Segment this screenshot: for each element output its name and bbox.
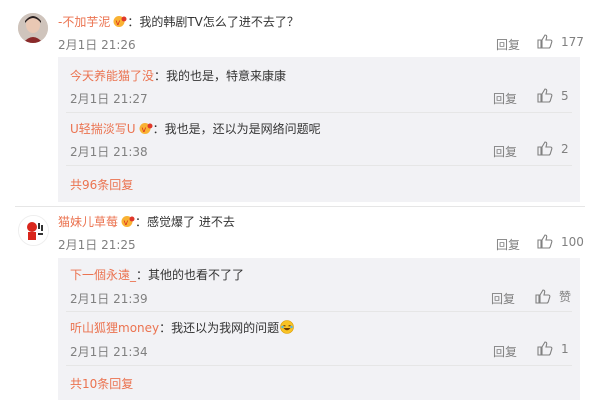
comment-divider	[15, 206, 585, 207]
thumbs-up-icon	[537, 341, 553, 356]
avatar[interactable]	[18, 13, 48, 43]
reply-time: 2月1日 21:39	[70, 292, 148, 306]
more-replies-link[interactable]: 共96条回复	[70, 176, 133, 193]
divider	[66, 165, 572, 166]
reply-time: 2月1日 21:34	[70, 345, 148, 359]
reply-text: ：其他的也看不了了	[136, 268, 245, 282]
reply-button[interactable]: 回复	[496, 36, 520, 53]
like-button[interactable]: 177	[537, 34, 584, 49]
reply-button[interactable]: 回复	[493, 90, 517, 107]
like-button[interactable]: 1	[537, 341, 569, 356]
svg-text:v: v	[141, 125, 146, 134]
reply-username[interactable]: 今天养能猫了没	[70, 69, 154, 83]
avatar[interactable]	[18, 215, 49, 246]
reply-button[interactable]: 回复	[493, 143, 517, 160]
reply-text: ：我也是，还以为是网络问题呢	[152, 122, 321, 136]
svg-text:v: v	[116, 18, 121, 27]
vip-badge-icon: v	[139, 123, 153, 134]
vip-badge-icon: v	[113, 16, 127, 27]
thumbs-up-icon	[537, 88, 553, 103]
reply-button[interactable]: 回复	[496, 236, 520, 253]
reply-text: ：我还以为我网的问题	[159, 321, 280, 335]
laughing-emoji-icon	[280, 320, 294, 334]
like-button[interactable]: 100	[537, 234, 584, 249]
like-count: 177	[561, 34, 584, 49]
reply-time: 2月1日 21:27	[70, 92, 148, 106]
like-count: 1	[561, 341, 569, 356]
reply-time: 2月1日 21:38	[70, 145, 148, 159]
thumbs-up-icon	[537, 234, 553, 249]
vip-badge-icon: v	[121, 216, 135, 227]
thumbs-up-icon	[537, 34, 553, 49]
reply-button[interactable]: 回复	[493, 343, 517, 360]
divider	[66, 311, 572, 312]
comment-text: ：我的韩剧TV怎么了进不去了？	[127, 15, 299, 29]
thumbs-up-icon	[535, 289, 551, 304]
comment-time: 2月1日 21:26	[58, 38, 136, 52]
reply-text: ：我的也是，特意来康康	[154, 69, 287, 83]
like-button[interactable]: 2	[537, 141, 569, 156]
divider	[66, 365, 572, 366]
reply-username[interactable]: 下一個永遠_	[70, 268, 136, 282]
more-replies-link[interactable]: 共10条回复	[70, 375, 133, 392]
comment-username[interactable]: 猫妹儿草莓	[58, 215, 118, 229]
like-count: 5	[561, 88, 569, 103]
like-count: 2	[561, 141, 569, 156]
reply-username[interactable]: U轻揣淡写U	[70, 122, 136, 136]
like-count: 100	[561, 234, 584, 249]
avatar-image	[18, 13, 48, 43]
comment-time: 2月1日 21:25	[58, 238, 136, 252]
reply-username[interactable]: 听山狐狸money	[70, 321, 159, 335]
like-button[interactable]: 5	[537, 88, 569, 103]
comment-username[interactable]: -不加芋泥	[58, 15, 110, 29]
thumbs-up-icon	[537, 141, 553, 156]
like-label: 赞	[559, 290, 572, 304]
like-button[interactable]: 赞	[535, 288, 571, 305]
reply-button[interactable]: 回复	[491, 290, 515, 307]
svg-text:v: v	[124, 218, 129, 227]
comment-text: ：感觉爆了 进不去	[135, 215, 235, 229]
avatar-image	[19, 216, 48, 245]
divider	[66, 112, 572, 113]
